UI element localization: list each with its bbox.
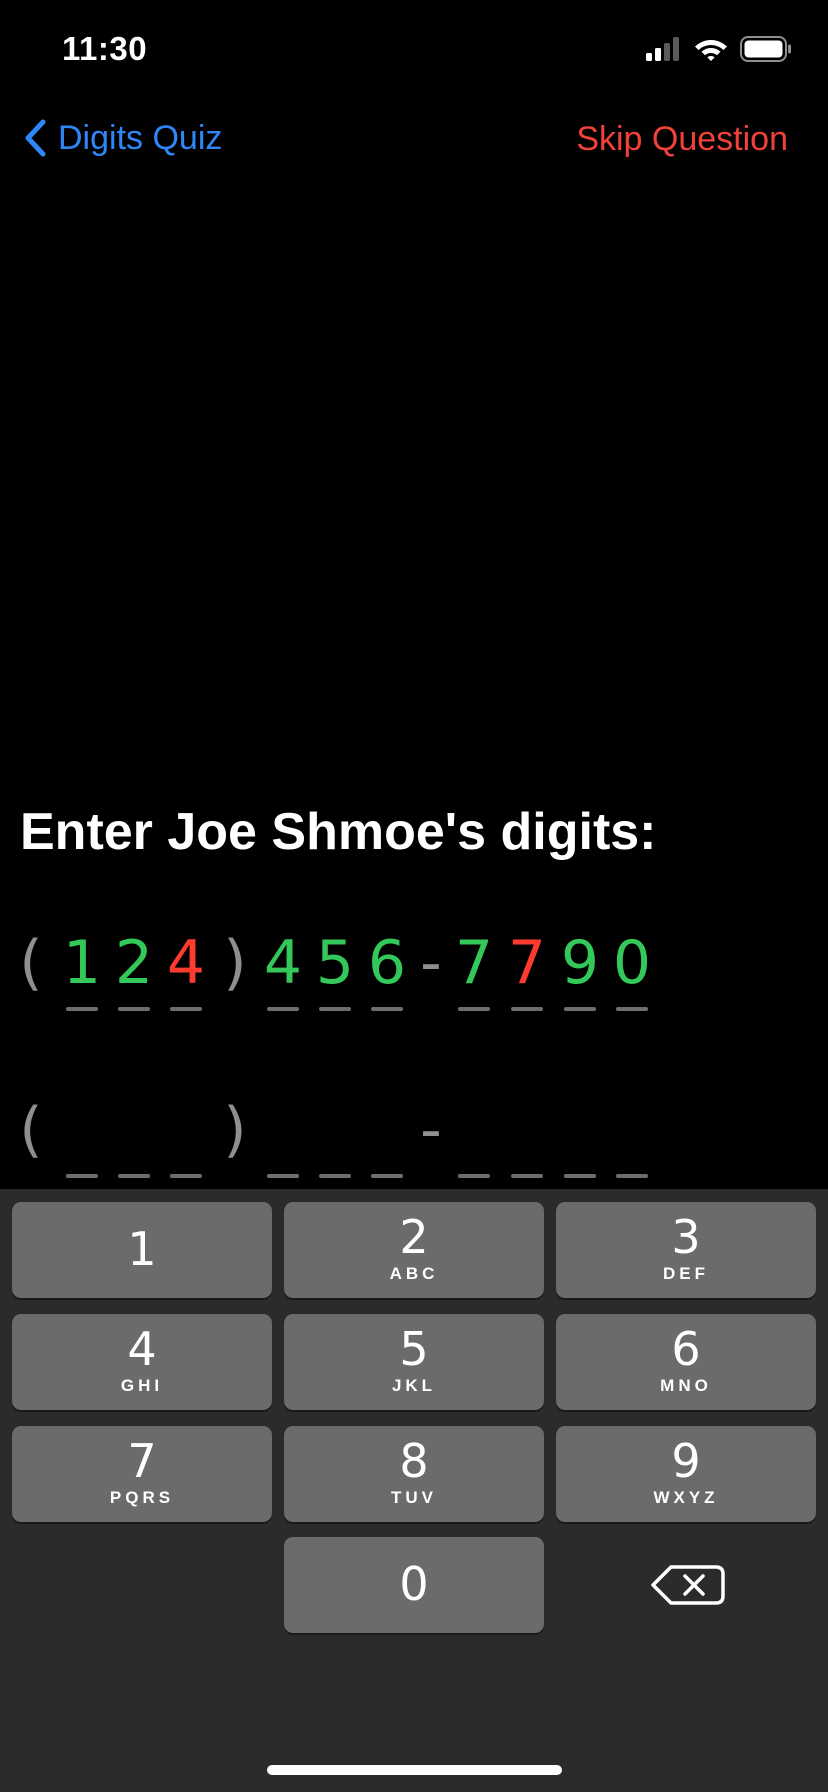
answer-slot-underline xyxy=(319,1007,351,1011)
entry-slot-underline xyxy=(564,1174,596,1178)
key-digit: 4 xyxy=(127,1322,157,1376)
key-9[interactable]: 9 WXYZ xyxy=(556,1426,816,1522)
status-bar: 11:30 xyxy=(0,0,828,100)
key-letters: MNO xyxy=(660,1376,712,1395)
answer-digit: 4 xyxy=(263,928,303,998)
key-letters: ABC xyxy=(389,1264,439,1283)
key-digit: 3 xyxy=(671,1210,701,1264)
digit-entry-field[interactable]: ( ) - xyxy=(0,1095,828,1195)
answer-row: ( 1 2 4 ) 4 5 6 - 7 7 9 0 xyxy=(0,928,828,1028)
key-letters: DEF xyxy=(663,1264,709,1283)
key-digit: 8 xyxy=(399,1434,429,1488)
back-button[interactable]: Digits Quiz xyxy=(22,118,222,158)
status-icons xyxy=(646,36,792,62)
key-letters: TUV xyxy=(391,1488,437,1507)
battery-icon xyxy=(740,36,791,62)
key-digit: 7 xyxy=(127,1434,157,1488)
answer-digit: 0 xyxy=(612,928,652,998)
key-2[interactable]: 2 ABC xyxy=(284,1202,544,1298)
answer-digit: 4 xyxy=(166,928,206,998)
entry-slot-underline xyxy=(267,1174,299,1178)
answer-digit: 5 xyxy=(315,928,355,998)
chevron-left-icon xyxy=(25,119,46,157)
skip-question-button[interactable]: Skip Question xyxy=(576,120,788,159)
entry-slot-underline xyxy=(511,1174,543,1178)
entry-slot-underline xyxy=(319,1174,351,1178)
answer-slot-underline xyxy=(616,1007,648,1011)
key-digit: 1 xyxy=(127,1222,157,1276)
answer-digit: 6 xyxy=(367,928,407,998)
answer-digit: 1 xyxy=(62,928,102,998)
entry-slot-underline xyxy=(458,1174,490,1178)
entry-slot-underline xyxy=(170,1174,202,1178)
answer-slot-underline xyxy=(564,1007,596,1011)
answer-slot-underline xyxy=(66,1007,98,1011)
answer-digit: 2 xyxy=(114,928,154,998)
key-3[interactable]: 3 DEF xyxy=(556,1202,816,1298)
entry-close-paren: ) xyxy=(223,1095,247,1165)
entry-dash: - xyxy=(420,1095,442,1165)
key-digit: 5 xyxy=(399,1322,429,1376)
status-time: 11:30 xyxy=(62,30,148,67)
wifi-icon xyxy=(695,40,727,61)
cellular-signal-icon xyxy=(646,37,679,61)
entry-open-paren: ( xyxy=(19,1095,43,1165)
key-digit: 9 xyxy=(671,1434,701,1488)
answer-slot-underline xyxy=(371,1007,403,1011)
question-prompt: Enter Joe Shmoe's digits: xyxy=(20,803,657,861)
key-letters: WXYZ xyxy=(653,1488,719,1507)
entry-slot-underline xyxy=(66,1174,98,1178)
answer-digit: 9 xyxy=(560,928,600,998)
answer-digit: 7 xyxy=(454,928,494,998)
answer-slot-underline xyxy=(511,1007,543,1011)
home-indicator[interactable] xyxy=(267,1765,562,1775)
key-4[interactable]: 4 GHI xyxy=(12,1314,272,1410)
answer-slot-underline xyxy=(118,1007,150,1011)
answer-slot-underline xyxy=(458,1007,490,1011)
backspace-icon xyxy=(651,1565,725,1605)
answer-close-paren: ) xyxy=(223,928,247,998)
key-digit: 2 xyxy=(399,1210,429,1264)
entry-slot-underline xyxy=(371,1174,403,1178)
entry-slot-underline xyxy=(616,1174,648,1178)
back-button-label: Digits Quiz xyxy=(58,118,223,157)
key-0[interactable]: 0 xyxy=(284,1537,544,1633)
answer-open-paren: ( xyxy=(19,928,43,998)
navigation-bar: Digits Quiz Skip Question xyxy=(0,110,828,170)
key-8[interactable]: 8 TUV xyxy=(284,1426,544,1522)
key-letters: GHI xyxy=(120,1376,164,1395)
key-letters: JKL xyxy=(391,1376,437,1395)
answer-digit: 7 xyxy=(507,928,547,998)
key-digit: 6 xyxy=(671,1322,701,1376)
delete-button[interactable] xyxy=(641,1550,741,1620)
answer-slot-underline xyxy=(267,1007,299,1011)
key-6[interactable]: 6 MNO xyxy=(556,1314,816,1410)
number-pad-keyboard: 1 2 ABC 3 DEF 4 GHI 5 JKL 6 MNO 7 PQRS 8… xyxy=(0,1189,828,1792)
answer-slot-underline xyxy=(170,1007,202,1011)
key-digit: 0 xyxy=(399,1557,429,1611)
key-letters: PQRS xyxy=(109,1488,175,1507)
key-5[interactable]: 5 JKL xyxy=(284,1314,544,1410)
key-1[interactable]: 1 xyxy=(12,1202,272,1298)
entry-slot-underline xyxy=(118,1174,150,1178)
key-7[interactable]: 7 PQRS xyxy=(12,1426,272,1522)
